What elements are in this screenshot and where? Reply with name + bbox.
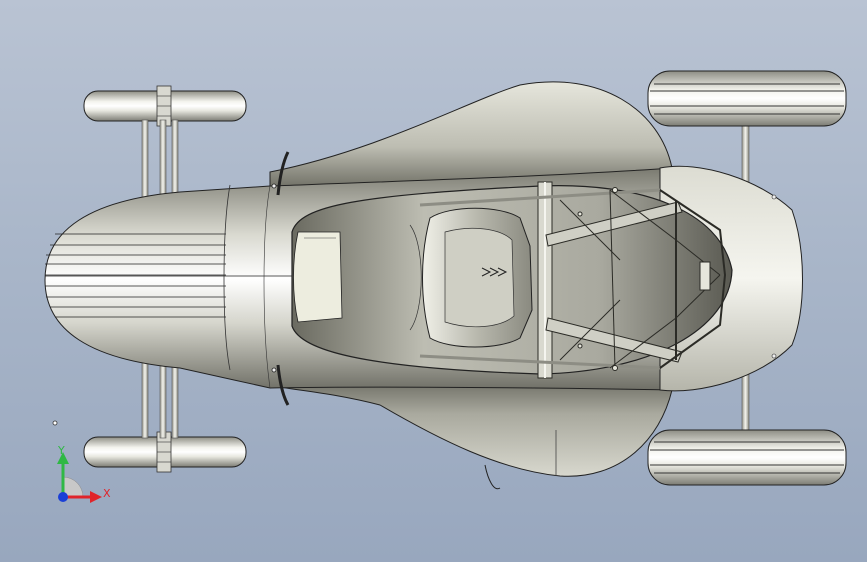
pivot-marker <box>52 420 58 426</box>
car-model[interactable]: Y X <box>0 0 867 562</box>
z-axis-dot <box>58 492 68 502</box>
rear-left-tire[interactable] <box>647 70 847 127</box>
rear-right-tire[interactable] <box>647 429 847 486</box>
side-pod-lower[interactable] <box>269 371 673 490</box>
x-axis-label: X <box>103 487 111 500</box>
y-axis-label: Y <box>57 444 65 457</box>
driver-seat[interactable] <box>409 207 533 348</box>
cad-viewport[interactable]: Y X <box>0 0 867 562</box>
